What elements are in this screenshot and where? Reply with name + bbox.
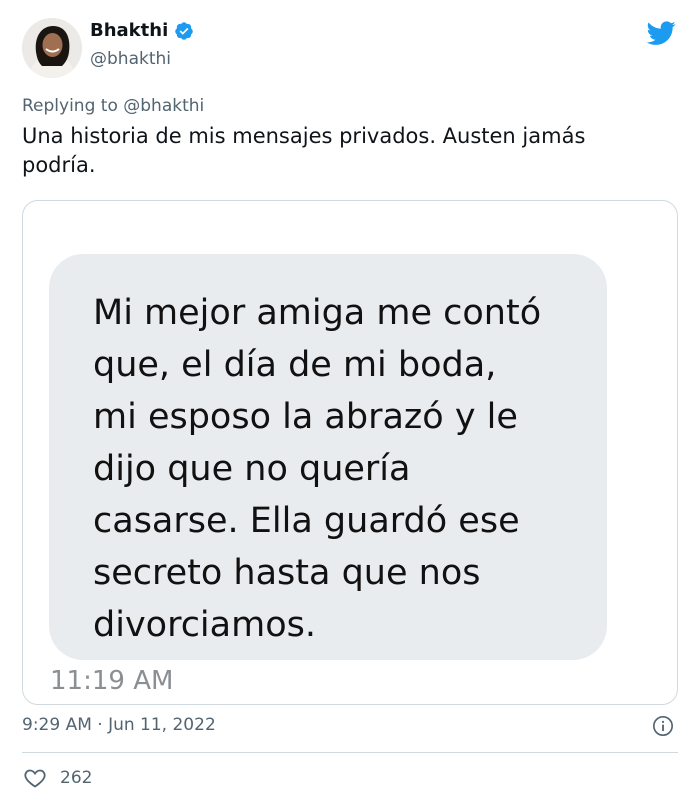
divider (22, 752, 678, 753)
author-name[interactable]: Bhakthi (90, 20, 194, 41)
message-bubble: Mi mejor amiga me contó que, el día de m… (49, 254, 607, 660)
avatar[interactable] (22, 18, 82, 78)
tweet-text: Una historia de mis mensajes privados. A… (22, 124, 586, 177)
like-count: 262 (60, 768, 93, 788)
verified-badge-icon (175, 21, 193, 40)
info-icon[interactable] (652, 715, 674, 737)
author-handle[interactable]: @bhakthi (90, 49, 171, 69)
replying-to-prefix: Replying to (22, 96, 124, 116)
message-time: 11:19 AM (50, 666, 174, 696)
like-button[interactable]: 262 (22, 766, 92, 790)
twitter-bird-icon[interactable] (644, 18, 678, 48)
heart-icon[interactable] (22, 766, 48, 790)
media-card[interactable]: Mi mejor amiga me contó que, el día de m… (22, 200, 678, 705)
author-name-text[interactable]: Bhakthi (90, 20, 168, 41)
tweet: Bhakthi @bhakthi Replying to @bhakthi Un… (0, 0, 700, 806)
replying-to-mention[interactable]: @bhakthi (123, 96, 204, 116)
replying-to: Replying to @bhakthi (22, 96, 204, 116)
message-text: Mi mejor amiga me contó que, el día de m… (93, 293, 542, 645)
tweet-timestamp[interactable]: 9:29 AM · Jun 11, 2022 (22, 715, 216, 735)
